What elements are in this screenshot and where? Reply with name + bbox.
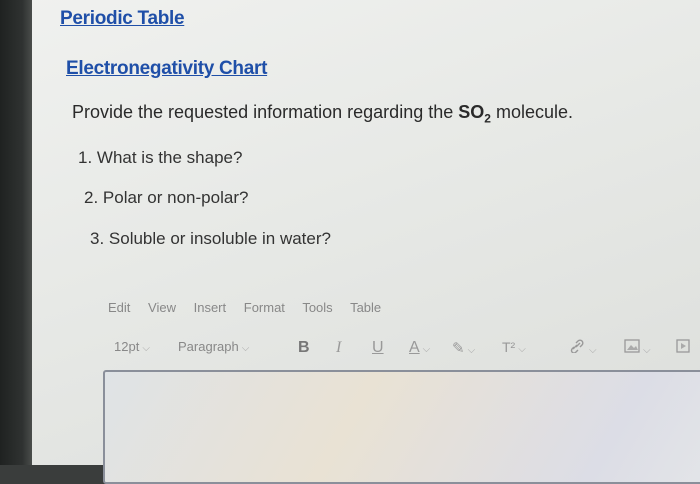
chevron-down-icon: ⌵ <box>241 343 250 354</box>
media-icon <box>676 339 690 353</box>
screen: Periodic Table Electronegativity Chart P… <box>0 0 700 484</box>
font-size-dropdown[interactable]: 12pt ⌵ <box>114 339 150 354</box>
highlight-icon: ✎ <box>452 340 465 357</box>
chevron-down-icon: ⌵ <box>422 344 431 355</box>
image-icon <box>624 339 640 353</box>
question-1: 1. What is the shape? <box>78 148 243 167</box>
editor-menubar: Edit View Insert Format Tools Table <box>108 300 395 315</box>
superscript-icon: T² <box>502 339 516 355</box>
font-size-value: 12pt <box>114 339 140 354</box>
electronegativity-chart-link[interactable]: Electronegativity Chart <box>66 58 267 80</box>
block-format-value: Paragraph <box>178 339 239 354</box>
chevron-down-icon: ⌵ <box>467 345 476 356</box>
monitor-bezel <box>0 0 32 465</box>
chevron-down-icon: ⌵ <box>589 345 597 356</box>
underline-button[interactable]: U <box>372 339 384 357</box>
italic-button[interactable]: I <box>336 339 341 357</box>
superscript-button[interactable]: T² ⌵ <box>502 339 526 355</box>
menu-edit[interactable]: Edit <box>108 300 130 315</box>
menu-table[interactable]: Table <box>350 300 381 315</box>
menu-tools[interactable]: Tools <box>302 300 332 315</box>
highlight-button[interactable]: ✎ ⌵ <box>452 339 475 357</box>
image-button[interactable]: ⌵ <box>624 339 651 356</box>
periodic-table-link[interactable]: Periodic Table <box>60 8 185 30</box>
prompt-text-before: Provide the requested information regard… <box>72 102 459 122</box>
molecule-formula-subscript: 2 <box>484 111 491 126</box>
text-color-icon: A <box>409 339 420 356</box>
bold-button[interactable]: B <box>298 339 310 357</box>
menu-view[interactable]: View <box>148 300 176 315</box>
prompt-text-after: molecule. <box>490 102 573 122</box>
rich-text-editor-area[interactable] <box>103 370 700 484</box>
molecule-formula: SO2 <box>458 102 491 126</box>
question-prompt: Provide the requested information regard… <box>72 102 573 126</box>
molecule-formula-main: SO <box>458 102 485 122</box>
editor-toolbar: 12pt ⌵ Paragraph ⌵ B I U A ⌵ ✎ ⌵ T² ⌵ ⌵ ⌵ <box>114 339 700 361</box>
link-button[interactable]: ⌵ <box>570 339 597 356</box>
question-2: 2. Polar or non-polar? <box>84 188 249 207</box>
embed-button[interactable] <box>676 339 690 356</box>
chevron-down-icon: ⌵ <box>518 344 526 355</box>
menu-insert[interactable]: Insert <box>194 300 227 315</box>
link-icon <box>570 339 584 354</box>
chevron-down-icon: ⌵ <box>643 345 651 356</box>
chevron-down-icon: ⌵ <box>142 343 150 354</box>
question-3: 3. Soluble or insoluble in water? <box>90 229 331 248</box>
block-format-dropdown[interactable]: Paragraph ⌵ <box>178 339 249 354</box>
text-color-button[interactable]: A ⌵ <box>409 339 430 357</box>
menu-format[interactable]: Format <box>244 300 285 315</box>
